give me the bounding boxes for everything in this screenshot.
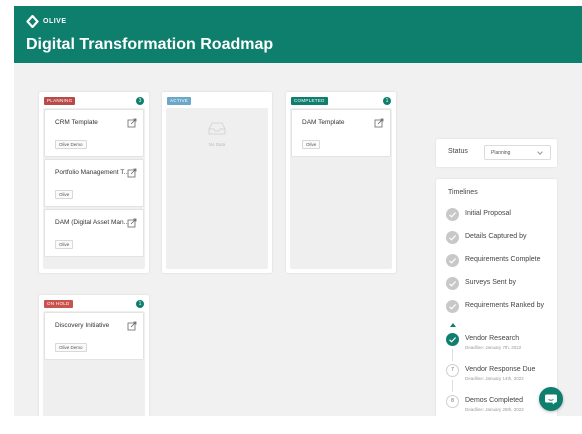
timeline-connector xyxy=(452,349,453,361)
check-circle-icon xyxy=(446,231,459,244)
count-badge: 1 xyxy=(383,97,391,105)
status-badge-active: ACTIVE xyxy=(167,97,192,105)
step-number-icon: 8 xyxy=(446,395,459,408)
column-header: COMPLETED 1 xyxy=(291,97,391,107)
timeline-label: Vendor Research xyxy=(465,335,520,342)
project-card[interactable]: Portfolio Management T... Olive xyxy=(44,159,144,207)
current-step-arrow-icon xyxy=(450,323,456,327)
column-header: PLANNING 3 xyxy=(44,97,144,107)
timeline-deadline: Deadline: January 14th, 2022 xyxy=(465,376,524,381)
project-card[interactable]: CRM Template Olive Demo xyxy=(44,109,144,157)
status-badge-on-hold: ON HOLD xyxy=(44,300,73,308)
page-title: Digital Transformation Roadmap xyxy=(26,36,274,53)
chat-icon xyxy=(539,394,563,415)
edit-icon[interactable] xyxy=(127,115,137,128)
timeline-deadline: Deadline: January 7th, 2022 xyxy=(465,345,522,350)
column-body: Discovery Initiative Olive Demo xyxy=(43,311,145,416)
timeline-connector xyxy=(452,380,453,392)
olive-logo-icon xyxy=(26,14,39,29)
tag: Olive Demo xyxy=(55,140,87,149)
timeline-label: Requirements Ranked by xyxy=(465,302,544,309)
check-circle-icon xyxy=(446,254,459,267)
edit-icon[interactable] xyxy=(127,165,137,178)
chat-button[interactable] xyxy=(539,387,563,411)
tag: Olive xyxy=(55,240,74,249)
timeline-label: Demos Completed xyxy=(465,397,523,404)
column-header: ACTIVE xyxy=(167,97,267,107)
project-card[interactable]: DAM Template Olive xyxy=(291,109,391,157)
timeline-deadline: Deadline: January 28th, 2022 xyxy=(465,407,524,412)
edit-icon[interactable] xyxy=(127,215,137,228)
timeline-label: Surveys Sent by xyxy=(465,279,516,286)
column-active: ACTIVE No Data xyxy=(162,92,272,273)
edit-icon[interactable] xyxy=(374,115,384,128)
check-circle-icon xyxy=(446,208,459,221)
status-label: Status xyxy=(448,148,468,155)
column-body: DAM Template Olive xyxy=(290,108,392,269)
column-body: No Data xyxy=(166,108,268,269)
card-title: Discovery Initiative xyxy=(55,322,110,329)
logo[interactable]: OLIVE xyxy=(26,14,67,29)
inbox-icon xyxy=(208,122,226,139)
status-select[interactable]: Planning xyxy=(484,145,551,160)
check-circle-icon xyxy=(446,277,459,290)
empty-label: No Data xyxy=(208,142,226,147)
logo-text: OLIVE xyxy=(43,18,67,25)
check-circle-icon xyxy=(446,333,459,346)
check-circle-icon xyxy=(446,300,459,313)
count-badge: 1 xyxy=(136,300,144,308)
timeline-label: Requirements Complete xyxy=(465,256,541,263)
timelines-title: Timelines xyxy=(448,189,478,196)
column-body: CRM Template Olive Demo Portfolio Manage… xyxy=(43,108,145,269)
project-card[interactable]: DAM (Digital Asset Man... Olive xyxy=(44,209,144,257)
column-header: ON HOLD 1 xyxy=(44,300,144,310)
timeline-label: Vendor Response Due xyxy=(465,366,536,373)
timeline-label: Details Captured by xyxy=(465,233,527,240)
card-title: DAM Template xyxy=(302,119,345,126)
column-planning: PLANNING 3 CRM Template Olive Demo Portf… xyxy=(39,92,149,273)
tag: Olive xyxy=(55,190,74,199)
app-frame: OLIVE Digital Transformation Roadmap PLA… xyxy=(14,6,582,416)
card-title: DAM (Digital Asset Man... xyxy=(55,219,130,226)
status-badge-completed: COMPLETED xyxy=(291,97,328,105)
chevron-down-icon xyxy=(537,149,543,155)
card-title: Portfolio Management T... xyxy=(55,169,129,176)
status-filter-panel: Status Planning xyxy=(436,139,557,167)
tag: Olive xyxy=(302,140,321,149)
status-badge-planning: PLANNING xyxy=(44,97,76,105)
card-title: CRM Template xyxy=(55,119,98,126)
column-completed: COMPLETED 1 DAM Template Olive xyxy=(286,92,396,273)
column-on-hold: ON HOLD 1 Discovery Initiative Olive Dem… xyxy=(39,295,149,416)
timelines-panel: Timelines Initial Proposal Details Captu… xyxy=(436,179,557,416)
header: OLIVE Digital Transformation Roadmap xyxy=(14,6,582,63)
project-card[interactable]: Discovery Initiative Olive Demo xyxy=(44,312,144,360)
edit-icon[interactable] xyxy=(127,318,137,331)
empty-state: No Data xyxy=(166,122,268,147)
count-badge: 3 xyxy=(136,97,144,105)
timeline-label: Initial Proposal xyxy=(465,210,511,217)
status-value: Planning xyxy=(491,150,511,156)
step-number-icon: 7 xyxy=(446,364,459,377)
tag: Olive Demo xyxy=(55,343,87,352)
